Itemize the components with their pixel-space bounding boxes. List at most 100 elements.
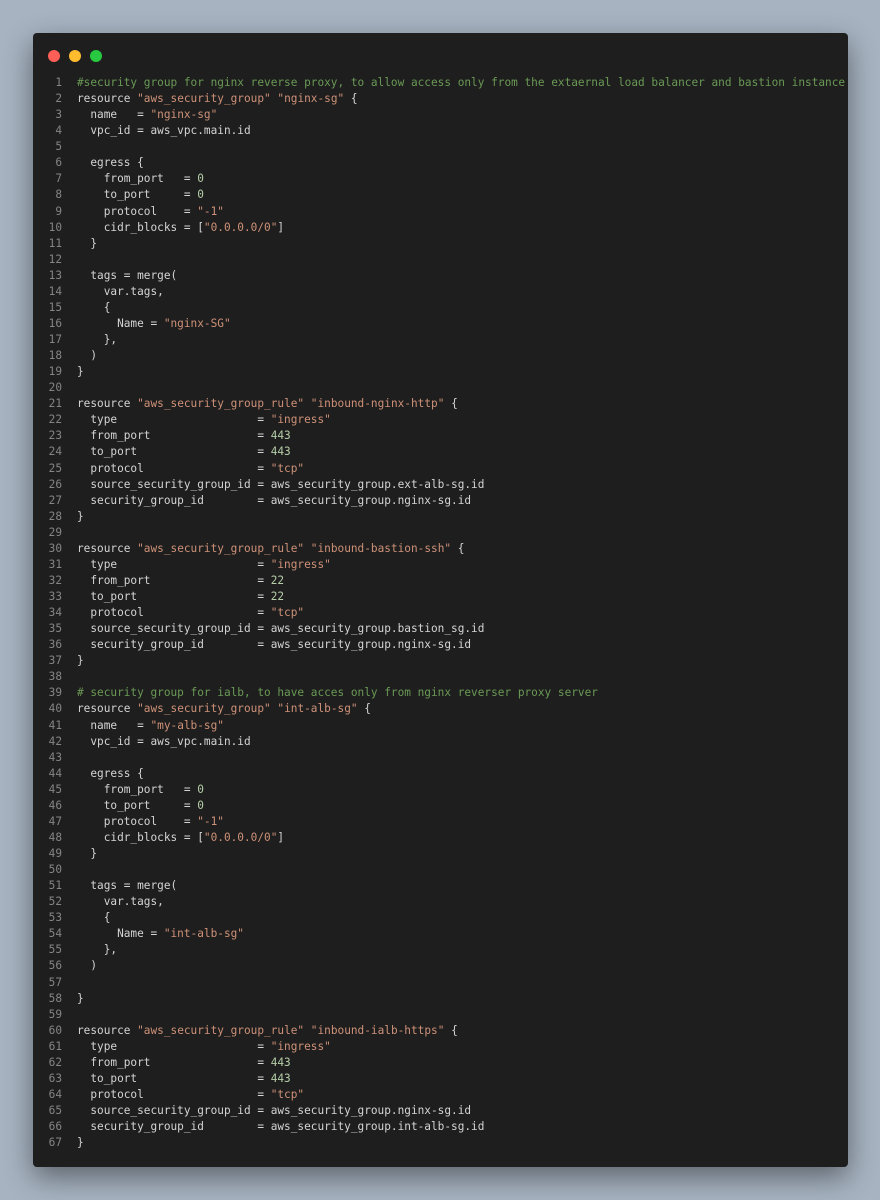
code-line: 19} <box>33 364 848 380</box>
line-text: source_security_group_id = aws_security_… <box>77 1103 471 1119</box>
line-text: egress { <box>77 155 144 171</box>
code-token: } <box>77 654 84 668</box>
line-text: tags = merge( <box>77 268 177 284</box>
code-token: "inbound-ialb-https" <box>310 1023 445 1037</box>
code-token: "nginx-sg" <box>277 92 345 106</box>
code-line: 10 cidr_blocks = ["0.0.0.0/0"] <box>33 220 848 236</box>
line-number: 12 <box>48 252 62 266</box>
line-text: from_port = 443 <box>77 428 290 444</box>
code-token: egress { <box>77 156 144 170</box>
code-token: 0 <box>197 782 204 796</box>
line-number: 32 <box>48 573 62 587</box>
code-line: 22 type = "ingress" <box>33 412 848 428</box>
code-token: "aws_security_group_rule" <box>137 1023 305 1037</box>
code-token: "aws_security_group" <box>137 702 271 716</box>
line-text: name = "nginx-sg" <box>77 107 217 123</box>
code-token: }, <box>77 333 118 346</box>
line-number: 54 <box>48 927 62 941</box>
code-line: 55 }, <box>33 942 848 958</box>
line-number: 27 <box>48 493 62 507</box>
line-number: 2 <box>55 92 62 106</box>
code-line: 15 { <box>33 300 848 316</box>
code-line: 64 protocol = "tcp" <box>33 1087 848 1103</box>
line-text: ) <box>77 958 97 974</box>
line-number: 14 <box>48 284 62 298</box>
code-line: 38 <box>33 669 848 685</box>
close-button[interactable] <box>48 50 60 62</box>
line-text: type = "ingress" <box>77 412 330 428</box>
code-token: "tcp" <box>270 1087 305 1101</box>
code-token: }, <box>77 943 118 957</box>
line-number: 64 <box>48 1087 62 1101</box>
code-line: 21 resource "aws_security_group_rule" "in… <box>33 396 848 412</box>
code-token: name = <box>77 108 151 122</box>
code-line: 61 type = "ingress" <box>33 1039 848 1055</box>
code-token: source_security_group_id = aws_security_… <box>77 1104 472 1117</box>
code-editor[interactable]: 1 #security group for nginx reverse proxy… <box>33 75 848 1151</box>
code-window: 1 #security group for nginx reverse proxy… <box>33 33 848 1167</box>
line-text: from_port = 22 <box>77 573 284 589</box>
line-text: }, <box>77 942 117 958</box>
line-text: to_port = 443 <box>77 444 290 460</box>
code-token: resource <box>77 1023 138 1037</box>
line-number: 17 <box>48 333 62 346</box>
line-text: protocol = "tcp" <box>77 461 304 477</box>
code-token: vpc_id = aws_vpc.main.id <box>77 734 251 748</box>
code-token: 0 <box>197 188 204 202</box>
code-line: 34 protocol = "tcp" <box>33 605 848 621</box>
line-number: 38 <box>48 670 62 684</box>
line-number: 66 <box>48 1120 62 1134</box>
code-token: from_port = <box>77 573 271 587</box>
code-token: protocol = <box>77 814 198 828</box>
code-token: from_port = <box>77 782 198 796</box>
line-number: 51 <box>48 879 62 893</box>
code-line: 3 name = "nginx-sg" <box>33 107 848 123</box>
line-text: } <box>77 991 84 1007</box>
code-token: "inbound-bastion-ssh" <box>310 541 452 555</box>
line-number: 56 <box>48 959 62 973</box>
code-token: tags = merge( <box>77 879 178 893</box>
line-number: 22 <box>48 413 62 427</box>
code-token: tags = merge( <box>77 268 178 282</box>
code-token: from_port = <box>77 1055 271 1069</box>
code-token: protocol = <box>77 461 271 475</box>
minimize-button[interactable] <box>69 50 81 62</box>
line-text: resource "aws_security_group_rule" "inbo… <box>77 541 464 557</box>
code-line: 26 source_security_group_id = aws_securi… <box>33 477 848 493</box>
code-line: 9 protocol = "-1" <box>33 204 848 220</box>
line-number: 35 <box>48 622 62 636</box>
line-number: 45 <box>48 782 62 796</box>
code-token: } <box>77 991 84 1005</box>
line-text: } <box>77 1135 84 1151</box>
code-token: protocol = <box>77 606 271 620</box>
code-token: "inbound-nginx-http" <box>310 397 445 411</box>
line-text: type = "ingress" <box>77 1039 330 1055</box>
code-token: "aws_security_group_rule" <box>137 397 305 411</box>
line-text: security_group_id = aws_security_group.i… <box>77 1119 484 1135</box>
code-line: 12 <box>33 252 848 268</box>
code-token: 443 <box>270 1071 291 1085</box>
line-number: 29 <box>48 525 62 539</box>
line-text: to_port = 443 <box>77 1071 291 1087</box>
code-line: 1 #security group for nginx reverse proxy… <box>33 75 848 91</box>
code-token: { <box>451 541 465 555</box>
code-token: to_port = <box>77 590 271 603</box>
code-token: Name = <box>77 316 164 330</box>
code-line: 62 from_port = 443 <box>33 1055 848 1071</box>
code-token: vpc_id = aws_vpc.main.id <box>77 124 251 138</box>
maximize-button[interactable] <box>90 50 102 62</box>
code-token: "0.0.0.0/0" <box>203 220 278 234</box>
code-token: { <box>344 92 358 106</box>
line-number: 28 <box>48 509 62 523</box>
code-token: Name = <box>77 927 164 941</box>
code-token: resource <box>77 397 138 411</box>
line-number: 58 <box>48 991 62 1005</box>
code-line: 20 <box>33 380 848 396</box>
line-number: 33 <box>48 590 62 603</box>
line-number: 16 <box>48 316 62 330</box>
line-number: 3 <box>55 108 62 122</box>
code-line: 43 <box>33 750 848 766</box>
